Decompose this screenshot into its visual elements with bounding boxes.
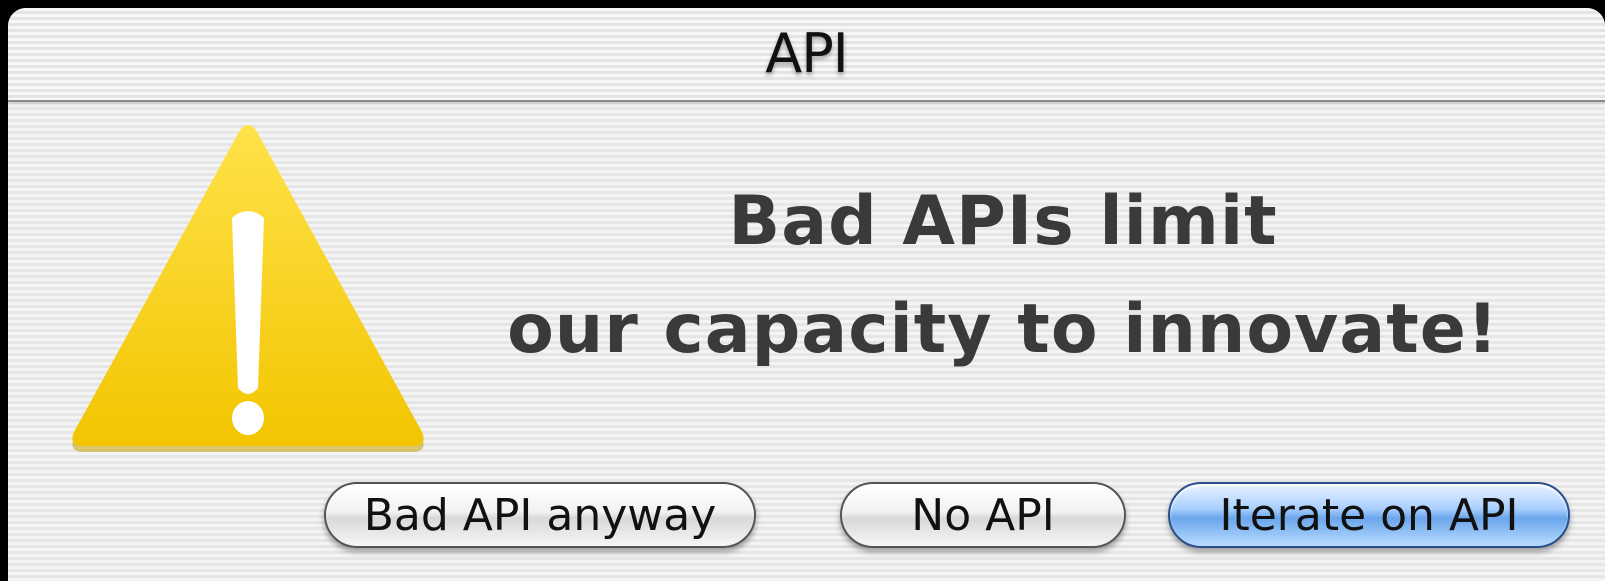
alert-window: API Bad APIs limit our capacity to innov… — [8, 8, 1605, 581]
no-api-button[interactable]: No API — [840, 482, 1126, 548]
warning-icon — [72, 125, 424, 452]
title-bar[interactable]: API — [8, 8, 1605, 102]
iterate-on-api-button[interactable]: Iterate on API — [1168, 482, 1570, 548]
alert-message-line-1: Bad APIs limit — [728, 182, 1278, 261]
alert-message: Bad APIs limit our capacity to innovate! — [438, 168, 1568, 384]
bad-api-anyway-button[interactable]: Bad API anyway — [324, 482, 756, 548]
alert-message-line-2: our capacity to innovate! — [507, 290, 1499, 369]
window-title: API — [765, 22, 848, 85]
